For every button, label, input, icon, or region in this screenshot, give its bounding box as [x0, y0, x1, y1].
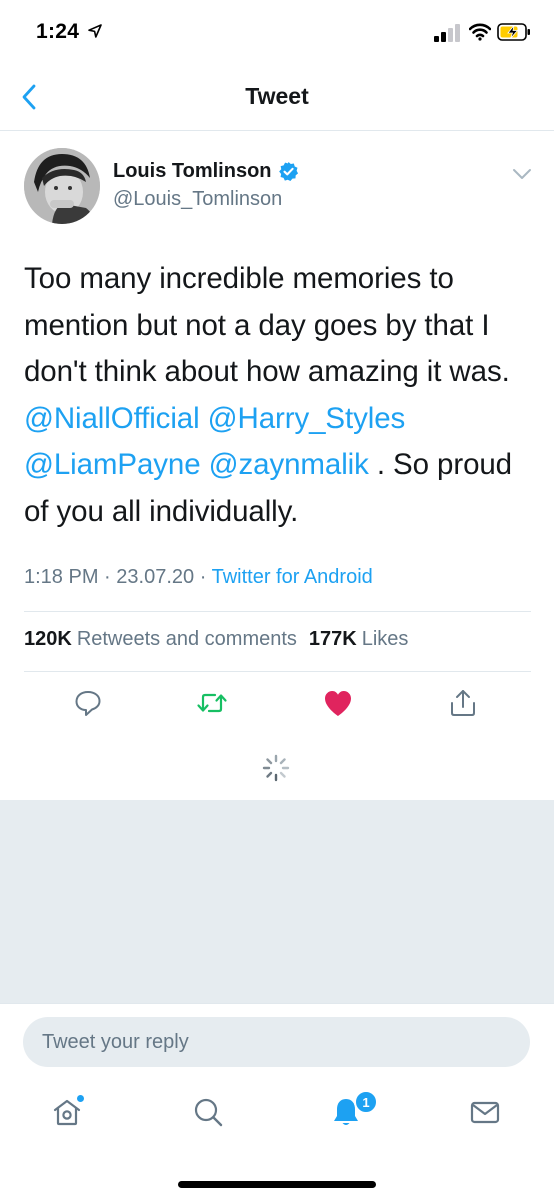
status-bar: 1:24 [0, 0, 554, 64]
likes-count: 177K [308, 628, 357, 650]
avatar-photo [24, 148, 100, 224]
mention-link[interactable]: @Harry_Styles [208, 402, 406, 435]
verified-badge-icon [278, 161, 298, 182]
replies-area [0, 800, 554, 1003]
likes-label: Likes [361, 628, 409, 650]
reply-input[interactable] [23, 1017, 530, 1067]
meta-separator: · [104, 566, 111, 588]
messages-icon [470, 1101, 500, 1124]
tweet-text: Too many incredible memories to mention … [24, 256, 539, 535]
author-name-row[interactable]: Louis Tomlinson [113, 160, 299, 183]
tweet-time: 1:18 PM [24, 566, 99, 588]
tweet-date: 23.07.20 [116, 566, 195, 588]
tab-messages[interactable] [465, 1092, 505, 1132]
author-name[interactable]: Louis Tomlinson [113, 160, 272, 183]
meta-separator: · [199, 566, 207, 588]
divider [24, 671, 531, 672]
notifications-badge: 1 [354, 1090, 378, 1114]
likes-stat[interactable]: 177K Likes [309, 628, 409, 651]
tweet-stats: 120K Retweets and comments 177K Likes [24, 628, 408, 651]
wifi-icon [469, 23, 491, 41]
battery-charging-icon [497, 23, 530, 41]
chevron-down-icon[interactable] [510, 164, 534, 184]
location-arrow-icon [88, 24, 102, 38]
mention-link[interactable]: @zaynmalik [209, 448, 369, 481]
avatar[interactable] [24, 148, 100, 224]
tab-search[interactable] [188, 1092, 228, 1132]
tweet-source-link[interactable]: Twitter for Android [212, 566, 373, 588]
share-icon [451, 690, 475, 716]
reply-button[interactable] [71, 686, 105, 720]
retweets-count: 120K [24, 628, 72, 650]
signal-icon [434, 24, 460, 42]
comment-icon [75, 691, 101, 716]
loading-spinner-icon [262, 754, 290, 782]
home-indicator [178, 1181, 376, 1188]
home-new-dot [76, 1094, 85, 1103]
tab-home[interactable] [47, 1092, 87, 1132]
reply-bar [0, 1003, 554, 1078]
page-title: Tweet [245, 83, 309, 109]
divider [24, 611, 531, 612]
tweet-meta: 1:18 PM · 23.07.20 · Twitter for Android [24, 566, 373, 589]
retweets-label: Retweets and comments [76, 628, 297, 650]
status-time: 1:24 [36, 20, 80, 43]
header: Tweet [0, 64, 554, 131]
like-button[interactable] [321, 686, 355, 720]
heart-filled-icon [325, 691, 351, 716]
retweets-stat[interactable]: 120K Retweets and comments [24, 628, 297, 651]
retweet-button[interactable] [195, 686, 229, 720]
tweet-text-part1: Too many incredible memories to mention … [24, 262, 510, 388]
retweet-icon [197, 693, 227, 713]
mention-link[interactable]: @LiamPayne [24, 448, 201, 481]
author-handle[interactable]: @Louis_Tomlinson [113, 188, 282, 211]
search-icon [194, 1098, 223, 1127]
mention-link[interactable]: @NiallOfficial [24, 402, 200, 435]
share-button[interactable] [446, 686, 480, 720]
